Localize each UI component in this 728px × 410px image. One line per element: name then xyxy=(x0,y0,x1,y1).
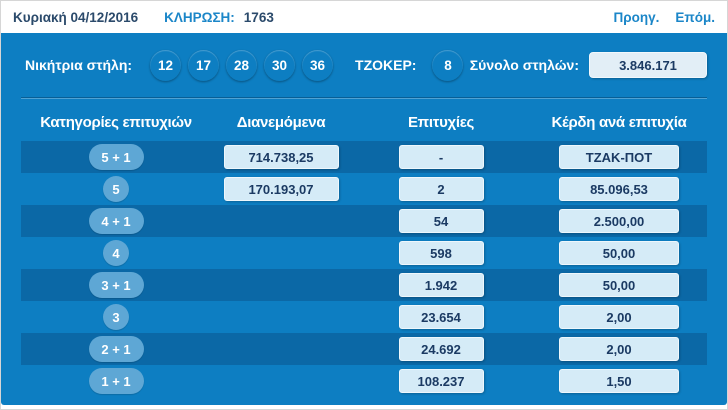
wins-value: 108.237 xyxy=(399,369,484,393)
wins-value: 598 xyxy=(399,241,484,265)
wins-value: 54 xyxy=(399,209,484,233)
category-badge: 4 + 1 xyxy=(89,208,144,234)
category-badge: 4 xyxy=(103,240,129,266)
prize-value: ΤΖΑΚ-ΠΟΤ xyxy=(559,145,679,169)
draw-navigation: Προηγ. Επόμ. xyxy=(614,10,715,25)
number-ball: 17 xyxy=(188,50,219,81)
draw-date: Κυριακή 04/12/2016 xyxy=(13,10,138,25)
table-row: 2 + 1 24.692 2,00 xyxy=(21,333,707,365)
category-badge: 5 + 1 xyxy=(89,144,144,170)
prize-value: 2,00 xyxy=(559,305,679,329)
table-header-row: Κατηγορίες επιτυχιών Διανεμόμενα Επιτυχί… xyxy=(21,99,707,141)
category-badge: 3 xyxy=(103,304,129,330)
number-ball: 36 xyxy=(302,50,333,81)
table-row: 4 + 1 54 2.500,00 xyxy=(21,205,707,237)
number-ball: 30 xyxy=(264,50,295,81)
column-header-categories: Κατηγορίες επιτυχιών xyxy=(21,114,211,131)
distributed-value: 714.738,25 xyxy=(224,145,339,169)
table-row: 3 + 1 1.942 50,00 xyxy=(21,269,707,301)
next-draw-link[interactable]: Επόμ. xyxy=(675,10,715,25)
winning-numbers-row: Νικήτρια στήλη: 12 17 28 30 36 ΤΖΟΚΕΡ: 8… xyxy=(1,33,727,97)
table-row: 1 + 1 108.237 1,50 xyxy=(21,365,707,397)
distributed-value: 170.193,07 xyxy=(224,177,339,201)
number-ball: 12 xyxy=(150,50,181,81)
top-bar: Κυριακή 04/12/2016 ΚΛΗΡΩΣΗ: 1763 Προηγ. … xyxy=(1,1,727,33)
joker-label: ΤΖΟΚΕΡ: xyxy=(355,57,416,73)
column-header-wins: Επιτυχίες xyxy=(351,114,531,131)
wins-value: 1.942 xyxy=(399,273,484,297)
column-header-prize: Κέρδη ανά επιτυχία xyxy=(531,114,707,131)
wins-value: 23.654 xyxy=(399,305,484,329)
category-badge: 1 + 1 xyxy=(89,368,144,394)
category-badge: 3 + 1 xyxy=(89,272,144,298)
wins-value: 24.692 xyxy=(399,337,484,361)
total-columns-group: Σύνολο στηλών: 3.846.171 xyxy=(470,52,707,78)
table-row: 5 + 1 714.738,25 - ΤΖΑΚ-ΠΟΤ xyxy=(21,141,707,173)
prize-value: 2.500,00 xyxy=(559,209,679,233)
draw-label: ΚΛΗΡΩΣΗ: xyxy=(164,10,235,25)
joker-ball: 8 xyxy=(432,50,463,81)
wins-value: 2 xyxy=(399,177,484,201)
category-badge: 5 xyxy=(103,176,129,202)
prize-value: 1,50 xyxy=(559,369,679,393)
table-row: 4 598 50,00 xyxy=(21,237,707,269)
prize-value: 50,00 xyxy=(559,273,679,297)
winning-column-label: Νικήτρια στήλη: xyxy=(25,57,132,73)
column-header-distributed: Διανεμόμενα xyxy=(211,114,351,131)
total-columns-value: 3.846.171 xyxy=(589,52,707,78)
wins-value: - xyxy=(399,145,484,169)
total-columns-label: Σύνολο στηλών: xyxy=(470,57,579,73)
prize-value: 2,00 xyxy=(559,337,679,361)
category-badge: 2 + 1 xyxy=(89,336,144,362)
joker-results-page: Κυριακή 04/12/2016 ΚΛΗΡΩΣΗ: 1763 Προηγ. … xyxy=(0,0,728,410)
table-row: 3 23.654 2,00 xyxy=(21,301,707,333)
number-ball: 28 xyxy=(226,50,257,81)
draw-number: 1763 xyxy=(244,10,274,25)
table-row: 5 170.193,07 2 85.096,53 xyxy=(21,173,707,205)
previous-draw-link[interactable]: Προηγ. xyxy=(614,10,660,25)
prize-value: 85.096,53 xyxy=(559,177,679,201)
results-panel: Νικήτρια στήλη: 12 17 28 30 36 ΤΖΟΚΕΡ: 8… xyxy=(1,33,727,405)
prize-value: 50,00 xyxy=(559,241,679,265)
winning-balls: 12 17 28 30 36 xyxy=(150,50,333,81)
